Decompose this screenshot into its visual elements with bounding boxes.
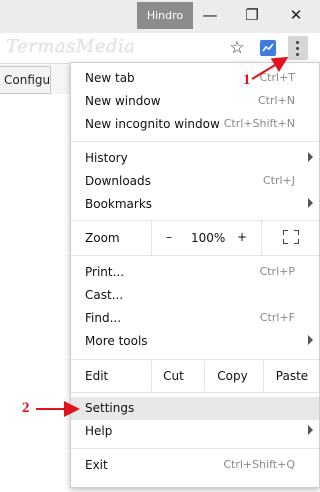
annotation-arrows bbox=[36, 56, 289, 417]
annotation-arrow-1 bbox=[251, 56, 289, 80]
annotation-step-1: 1 bbox=[243, 72, 251, 88]
annotation-step-2: 2 bbox=[22, 400, 30, 416]
